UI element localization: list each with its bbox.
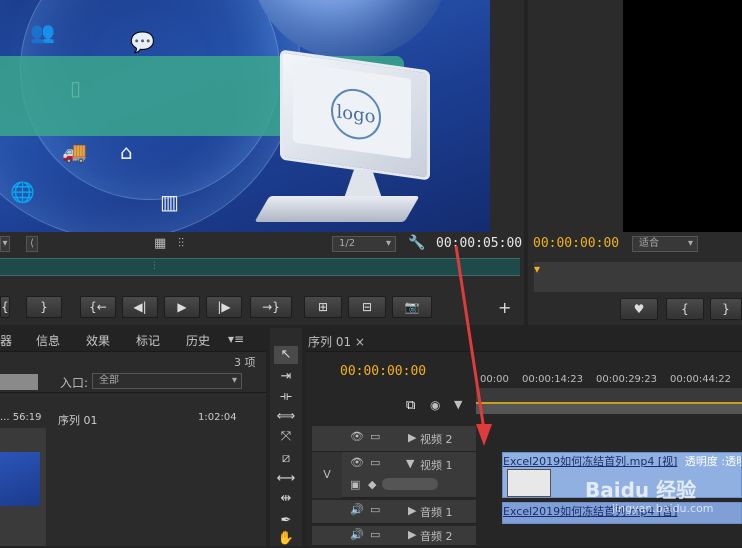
annotation-arrow (454, 245, 492, 446)
watermark-logo: Baidu 经验 (585, 474, 696, 503)
watermark-url: jingyan.baidu.com (612, 502, 714, 515)
watermark-text: Baidu 经验 (585, 478, 697, 502)
